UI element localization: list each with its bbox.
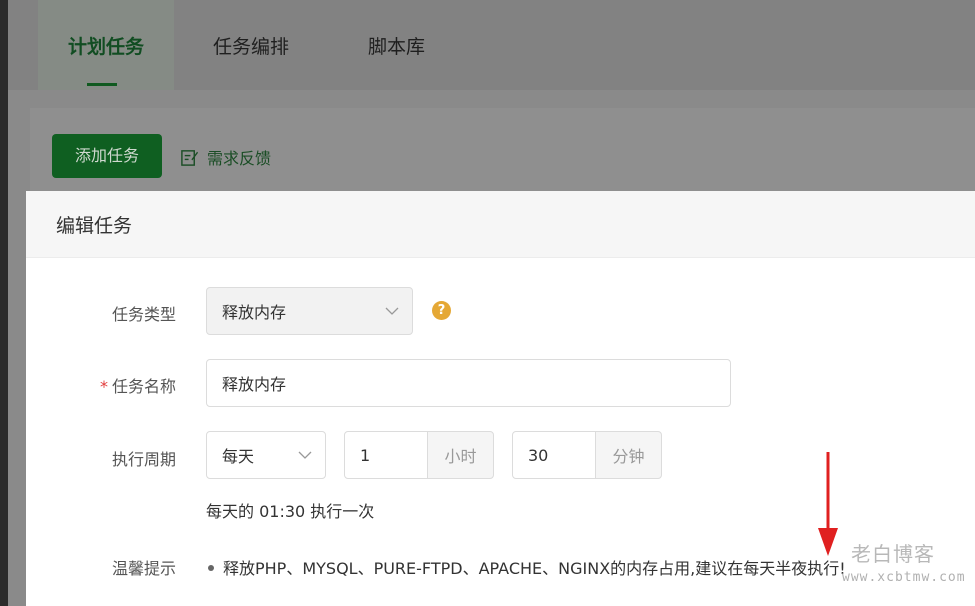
add-task-button[interactable]: 添加任务 xyxy=(52,134,162,178)
task-name-label: * 任务名称 xyxy=(66,373,176,397)
task-type-label: 任务类型 xyxy=(76,301,176,325)
feedback-label: 需求反馈 xyxy=(207,149,272,168)
chevron-down-icon xyxy=(385,307,399,315)
period-label-text: 执行周期 xyxy=(111,450,176,469)
task-type-value: 释放内存 xyxy=(222,303,287,322)
watermark-url: www.xcbtmw.com xyxy=(842,570,966,585)
minutes-value: 30 xyxy=(528,445,549,465)
task-name-value: 释放内存 xyxy=(222,375,287,394)
watermark-name: 老白博客 xyxy=(851,542,935,566)
tab-task-orchestration[interactable]: 任务编排 xyxy=(213,0,289,90)
task-type-select[interactable]: 释放内存 xyxy=(206,287,413,335)
dialog-title: 编辑任务 xyxy=(56,215,133,237)
toolbar xyxy=(30,108,975,198)
bullet-icon xyxy=(208,564,214,571)
window-edge xyxy=(0,0,8,606)
tab-label: 计划任务 xyxy=(68,36,145,58)
tab-label: 脚本库 xyxy=(368,36,426,58)
edit-icon xyxy=(181,149,199,166)
hours-value: 1 xyxy=(360,445,371,465)
tip-content: 释放PHP、MYSQL、PURE-FTPD、APACHE、NGINX的内存占用,… xyxy=(223,559,846,578)
required-mark: * xyxy=(99,377,108,396)
minutes-input[interactable]: 30 xyxy=(512,431,596,479)
period-label: 执行周期 xyxy=(76,446,176,470)
task-type-label-text: 任务类型 xyxy=(111,305,176,324)
hours-unit: 小时 xyxy=(427,431,494,479)
tab-script-library[interactable]: 脚本库 xyxy=(368,0,425,90)
feedback-link[interactable]: 需求反馈 xyxy=(180,145,271,169)
tab-scheduled-tasks[interactable]: 计划任务 xyxy=(38,0,175,90)
period-summary: 每天的 01:30 执行一次 xyxy=(206,502,375,521)
arrow-down-icon xyxy=(818,452,838,556)
minutes-unit: 分钟 xyxy=(595,431,662,479)
tip-label: 温馨提示 xyxy=(76,555,176,579)
tab-bar: 计划任务 任务编排 脚本库 xyxy=(8,0,975,90)
task-name-input[interactable]: 释放内存 xyxy=(206,359,731,407)
tab-label: 任务编排 xyxy=(213,36,290,58)
tip-label-text: 温馨提示 xyxy=(111,559,176,578)
hours-input[interactable]: 1 xyxy=(344,431,428,479)
frequency-value: 每天 xyxy=(222,447,255,466)
help-icon[interactable]: ? xyxy=(432,301,451,320)
chevron-down-icon xyxy=(298,451,312,459)
tip-text: 释放PHP、MYSQL、PURE-FTPD、APACHE、NGINX的内存占用,… xyxy=(208,555,846,579)
task-name-label-text: 任务名称 xyxy=(111,377,176,396)
active-tab-indicator xyxy=(87,83,117,86)
dialog-header: 编辑任务 xyxy=(26,191,975,258)
frequency-select[interactable]: 每天 xyxy=(206,431,326,479)
